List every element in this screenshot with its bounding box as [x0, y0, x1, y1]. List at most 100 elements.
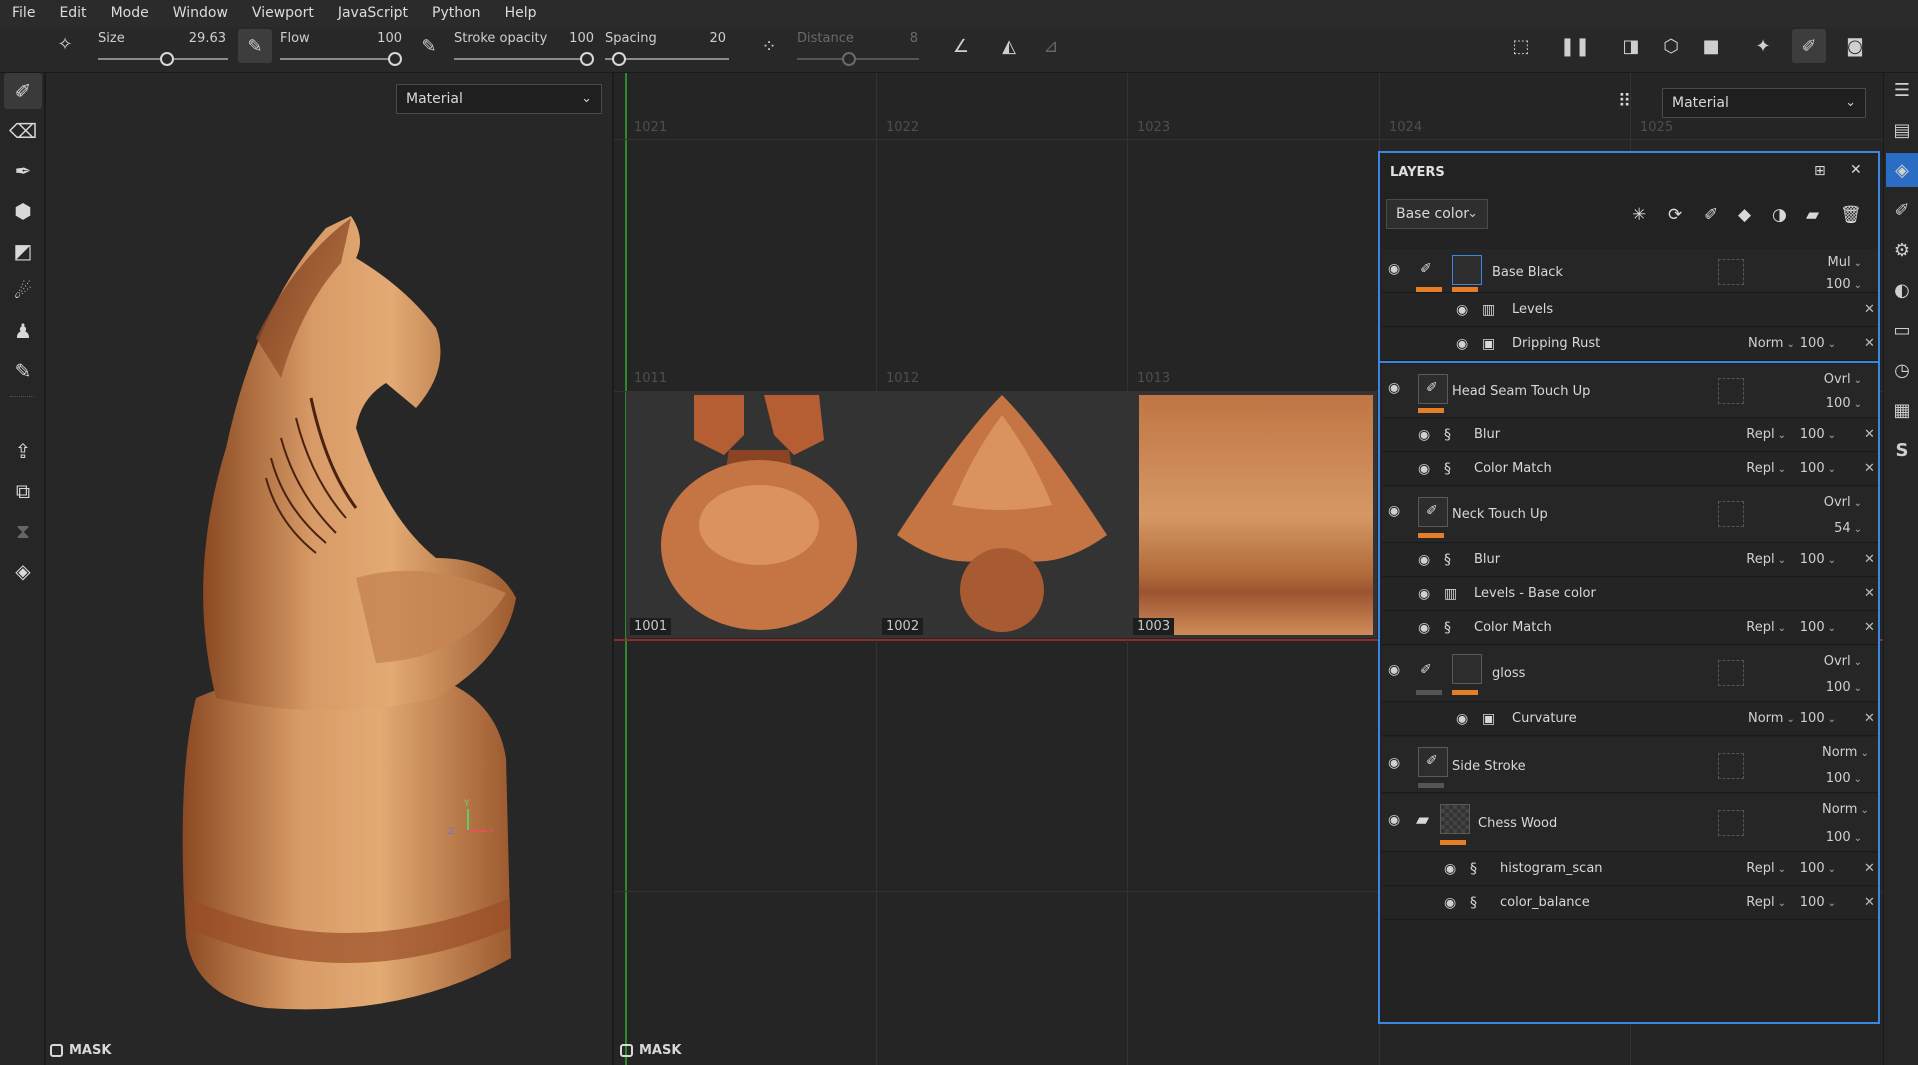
- settings-icon[interactable]: ⚙: [1886, 233, 1918, 267]
- blend-mode[interactable]: Norm ⌄: [1822, 745, 1869, 760]
- polygon-fill-tool-icon[interactable]: ◩: [4, 233, 42, 269]
- float-panel-icon[interactable]: ⊞: [1814, 163, 1826, 179]
- eye-icon[interactable]: ◉: [1418, 552, 1430, 568]
- layer-name[interactable]: color_balance: [1500, 895, 1590, 910]
- eye-icon[interactable]: ◉: [1456, 336, 1468, 352]
- layer-name[interactable]: Blur: [1474, 427, 1500, 442]
- layer-row[interactable]: ◉ ▥ Levels ✕: [1382, 294, 1878, 327]
- eye-icon[interactable]: ◉: [1388, 261, 1400, 277]
- remove-icon[interactable]: ✕: [1864, 336, 1875, 351]
- eye-icon[interactable]: ◉: [1444, 895, 1456, 911]
- mask-thumbnail-icon[interactable]: [1452, 654, 1482, 684]
- opacity-value[interactable]: 100 ⌄: [1796, 620, 1836, 635]
- distance-value[interactable]: 8: [880, 31, 918, 46]
- layer-row[interactable]: ◉ § Blur Repl ⌄ 100 ⌄ ✕: [1382, 544, 1878, 577]
- viewport-2d-channel-dropdown[interactable]: Material ⌄: [1662, 88, 1866, 118]
- eye-icon[interactable]: ◉: [1418, 427, 1430, 443]
- screenshot-icon[interactable]: ◙: [1838, 29, 1872, 63]
- opacity-value[interactable]: 100 ⌄: [1796, 895, 1836, 910]
- size-slider-knob[interactable]: [160, 52, 174, 66]
- menu-viewport[interactable]: Viewport: [240, 0, 326, 27]
- layers-channel-dropdown[interactable]: Base color ⌄: [1386, 199, 1488, 229]
- layer-row[interactable]: ◉ § Color Match Repl ⌄ 100 ⌄ ✕: [1382, 453, 1878, 486]
- layer-name[interactable]: Color Match: [1474, 620, 1552, 635]
- paint-mode-icon[interactable]: ✐: [1792, 29, 1826, 63]
- layer-name[interactable]: Blur: [1474, 552, 1500, 567]
- layer-row[interactable]: ◉ ✐ Neck Touch Up Ovrl ⌄ 54 ⌄: [1382, 487, 1878, 543]
- layer-row[interactable]: ◉ § color_balance Repl ⌄ 100 ⌄ ✕: [1382, 887, 1878, 920]
- add-adjustment-icon[interactable]: ⟳: [1668, 205, 1682, 225]
- stroke-opacity-value[interactable]: 100: [556, 31, 594, 46]
- mask-thumbnail-icon[interactable]: [1452, 255, 1482, 285]
- group-thumbnail-icon[interactable]: [1440, 804, 1470, 834]
- layer-name[interactable]: Levels - Base color: [1474, 586, 1596, 601]
- blend-mode[interactable]: Repl ⌄: [1746, 461, 1786, 476]
- opacity-value[interactable]: 100 ⌄: [1822, 396, 1862, 411]
- brush-preset-icon[interactable]: ✧: [48, 27, 82, 61]
- layers-palette-icon[interactable]: ◈: [1886, 153, 1918, 187]
- opacity-value[interactable]: 100 ⌄: [1822, 277, 1862, 292]
- blend-mode[interactable]: Repl ⌄: [1746, 620, 1786, 635]
- blend-mode[interactable]: Repl ⌄: [1746, 895, 1786, 910]
- remove-icon[interactable]: ✕: [1864, 620, 1875, 635]
- viewport-3d-mask-toggle[interactable]: MASK: [50, 1043, 111, 1058]
- lazy-mouse-icon[interactable]: ⁘: [752, 29, 786, 63]
- layer-name[interactable]: gloss: [1492, 666, 1525, 681]
- layer-name[interactable]: Head Seam Touch Up: [1452, 384, 1590, 399]
- distance-slider-knob[interactable]: [842, 52, 856, 66]
- menu-python[interactable]: Python: [420, 0, 493, 27]
- layer-row[interactable]: ◉ ✐ gloss Ovrl ⌄ 100 ⌄: [1382, 646, 1878, 702]
- eye-icon[interactable]: ◉: [1418, 586, 1430, 602]
- layer-row[interactable]: ◉ ✐ Side Stroke Norm ⌄ 100 ⌄: [1382, 737, 1878, 793]
- layer-name[interactable]: Side Stroke: [1452, 759, 1526, 774]
- layer-name[interactable]: Curvature: [1512, 711, 1577, 726]
- opacity-value[interactable]: 100 ⌄: [1796, 552, 1836, 567]
- shelf-icon[interactable]: ☰: [1886, 73, 1918, 107]
- layer-row[interactable]: ◉ ✐ Base Black Mul ⌄ 100 ⌄: [1382, 249, 1878, 293]
- symmetry-icon[interactable]: ◭: [992, 29, 1026, 63]
- layer-row[interactable]: ◉ ✐ Head Seam Touch Up Ovrl ⌄ 100 ⌄: [1382, 364, 1878, 418]
- split-view-icon[interactable]: ◨: [1614, 29, 1648, 63]
- opacity-value[interactable]: 100 ⌄: [1796, 461, 1836, 476]
- folder-icon[interactable]: ▰: [1806, 205, 1819, 225]
- channels-icon[interactable]: ▤: [1886, 113, 1918, 147]
- viewport-2d-mask-toggle[interactable]: MASK: [620, 1043, 681, 1058]
- distance-slider[interactable]: [797, 58, 919, 60]
- layer-name[interactable]: Neck Touch Up: [1452, 507, 1548, 522]
- hide-selection-icon[interactable]: ⬚: [1504, 29, 1538, 63]
- smudge-tool-icon[interactable]: ☄: [4, 273, 42, 309]
- view-settings-icon[interactable]: ⠿: [1618, 91, 1646, 119]
- layer-mask-slot[interactable]: [1718, 810, 1744, 836]
- pen-pressure-flow-icon[interactable]: ✎: [412, 29, 446, 63]
- size-value[interactable]: 29.63: [180, 31, 226, 46]
- eye-icon[interactable]: ◉: [1456, 302, 1468, 318]
- opacity-value[interactable]: 100 ⌄: [1796, 427, 1836, 442]
- remove-icon[interactable]: ✕: [1864, 427, 1875, 442]
- camera-icon[interactable]: ■: [1694, 29, 1728, 63]
- layer-row[interactable]: ◉ § Blur Repl ⌄ 100 ⌄ ✕: [1382, 419, 1878, 452]
- layer-mask-slot[interactable]: [1718, 378, 1744, 404]
- layer-mask-slot[interactable]: [1718, 753, 1744, 779]
- spacing-value[interactable]: 20: [690, 31, 726, 46]
- opacity-value[interactable]: 100 ⌄: [1796, 861, 1836, 876]
- blend-mode[interactable]: Repl ⌄: [1746, 427, 1786, 442]
- geometry-fill-tool-icon[interactable]: ⬢: [4, 193, 42, 229]
- stroke-opacity-slider[interactable]: [454, 58, 592, 60]
- export-tool-icon[interactable]: ⧉: [4, 473, 42, 509]
- blend-mode[interactable]: Ovrl ⌄: [1822, 654, 1862, 669]
- eye-icon[interactable]: ◉: [1388, 380, 1400, 396]
- eye-icon[interactable]: ◉: [1388, 755, 1400, 771]
- remove-icon[interactable]: ✕: [1864, 586, 1875, 601]
- opacity-value[interactable]: 54 ⌄: [1822, 521, 1862, 536]
- menu-edit[interactable]: Edit: [47, 0, 98, 27]
- close-icon[interactable]: ✕: [1850, 162, 1862, 178]
- layer-row[interactable]: ◉ § histogram_scan Repl ⌄ 100 ⌄ ✕: [1382, 853, 1878, 886]
- substance-icon[interactable]: S: [1886, 433, 1918, 467]
- remove-icon[interactable]: ✕: [1864, 895, 1875, 910]
- opacity-value[interactable]: 100 ⌄: [1822, 771, 1862, 786]
- archive-icon[interactable]: ▭: [1886, 313, 1918, 347]
- blend-mode[interactable]: Norm ⌄: [1748, 711, 1795, 726]
- brushes-icon[interactable]: ✐: [1886, 193, 1918, 227]
- eye-icon[interactable]: ◉: [1388, 812, 1400, 828]
- layer-name[interactable]: Dripping Rust: [1512, 336, 1600, 351]
